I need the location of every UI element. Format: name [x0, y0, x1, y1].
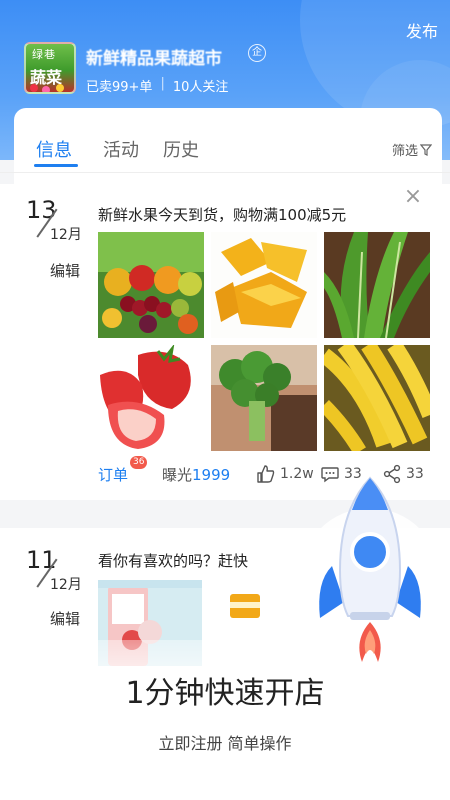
logo-decoration [56, 84, 64, 92]
tab-history[interactable]: 历史 [163, 136, 199, 162]
like-button[interactable]: 1.2w [256, 464, 314, 484]
star-fruit-image[interactable] [211, 232, 317, 338]
follower-count[interactable]: 10人关注 [173, 76, 229, 95]
feed-post: 13 12月 编辑 新鲜水果今天到货，购物满100减5元 × 订单 36 曝光1… [0, 184, 450, 502]
strawberry-image[interactable] [98, 345, 204, 451]
order-count-badge: 36 [130, 455, 148, 469]
stats-divider: | [160, 76, 165, 91]
like-count: 1.2w [280, 466, 314, 482]
fruit-basket-image[interactable] [98, 232, 204, 338]
exposure-label: 曝光 [162, 465, 193, 484]
close-icon[interactable]: × [400, 184, 426, 210]
tab-info[interactable]: 信息 [36, 136, 72, 162]
post-text: 新鲜水果今天到货，购物满100减5元 [98, 206, 347, 224]
rocket-icon [319, 476, 421, 662]
filter-icon [420, 143, 432, 156]
shop-stats: 已卖99+单 | 10人关注 [86, 76, 228, 95]
shop-logo[interactable]: 绿巷 蔬菜 [24, 42, 76, 94]
promo-title: 1分钟快速开店 [125, 676, 325, 711]
shop-name[interactable]: 新鲜精品果蔬超市 [86, 44, 222, 69]
divider [0, 172, 450, 173]
enterprise-badge: 企 [248, 44, 266, 62]
sold-count: 已卖99+单 [86, 80, 153, 95]
lettuce-image[interactable] [324, 232, 430, 338]
order-label: 订单 [98, 465, 129, 484]
logo-decoration [30, 84, 38, 92]
post-month: 12月 [50, 577, 82, 593]
product-image[interactable] [226, 592, 270, 622]
banana-image[interactable] [324, 345, 430, 451]
post-date: 13 12月 [26, 196, 90, 248]
filter-label: 筛选 [391, 144, 418, 159]
post-month: 12月 [50, 227, 82, 243]
post-day: 11 [26, 546, 57, 574]
register-link[interactable]: 立即注册 简单操作 [0, 730, 450, 754]
logo-text-top: 绿巷 [32, 48, 56, 61]
edit-button[interactable]: 编辑 [50, 608, 80, 629]
edit-button[interactable]: 编辑 [50, 260, 80, 281]
tab-bar: 信息 活动 历史 筛选 [14, 108, 442, 168]
filter-button[interactable]: 筛选 [392, 140, 432, 159]
active-tab-indicator [34, 164, 78, 167]
post-day: 13 [26, 196, 57, 224]
post-text: 看你有喜欢的吗？赶快 [98, 552, 249, 570]
tab-activity[interactable]: 活动 [103, 136, 139, 162]
exposure-stat: 曝光1999 [162, 464, 230, 485]
thumbs-up-icon [257, 465, 275, 483]
post-date: 11 12月 [26, 546, 90, 598]
publish-button[interactable]: 发布 [406, 18, 438, 42]
broccoli-image[interactable] [211, 345, 317, 451]
logo-decoration [42, 86, 50, 92]
order-link[interactable]: 订单 36 [98, 455, 148, 485]
exposure-count: 1999 [192, 465, 231, 484]
